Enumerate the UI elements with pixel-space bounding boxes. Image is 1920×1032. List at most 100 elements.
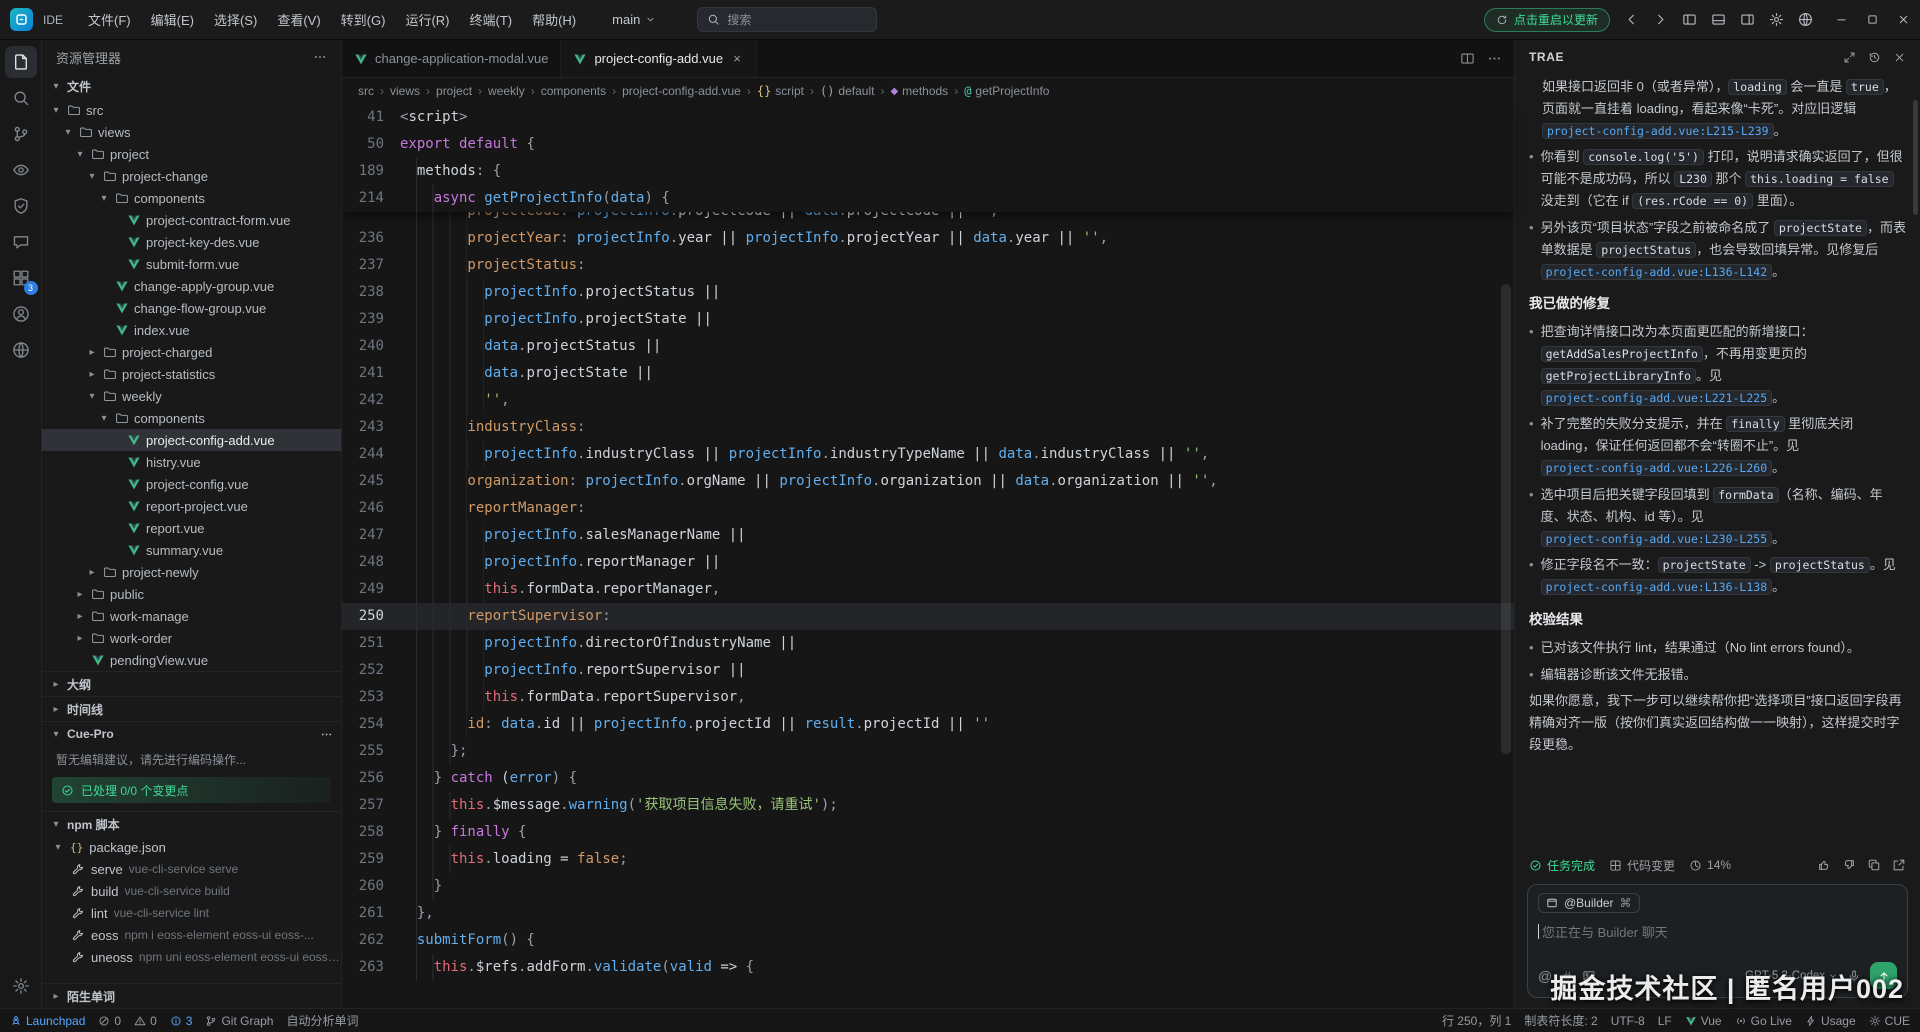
global-search-input[interactable]: 搜索 [697, 7, 877, 32]
forward-icon[interactable] [1653, 12, 1668, 27]
tree-item[interactable]: histry.vue [42, 451, 341, 473]
history-icon[interactable] [1868, 51, 1881, 64]
remote-icon[interactable] [5, 334, 37, 366]
ai-chat-input[interactable]: @Builder ⌘ 您正在与 Builder 聊天 @ # GPT-5.3-C… [1527, 884, 1908, 998]
settings-icon[interactable] [1769, 12, 1784, 27]
split-editor-icon[interactable] [1460, 51, 1475, 66]
chat-icon[interactable] [5, 226, 37, 258]
debug-icon[interactable] [5, 190, 37, 222]
breadcrumb-item[interactable]: @getProjectInfo [964, 84, 1049, 98]
section-files[interactable]: ▾ 文件 [42, 74, 341, 99]
tree-item[interactable]: ▾project-change [42, 165, 341, 187]
status-item[interactable]: UTF-8 [1611, 1014, 1645, 1028]
more-actions-icon[interactable] [313, 50, 327, 64]
branch-selector[interactable]: main [603, 9, 665, 30]
tree-item[interactable]: ▸public [42, 583, 341, 605]
breadcrumb-item[interactable]: ◆methods [890, 84, 948, 98]
menu-item[interactable]: 帮助(H) [523, 6, 585, 33]
preview-icon[interactable] [5, 154, 37, 186]
thumb-down-icon[interactable] [1842, 858, 1856, 872]
code-line[interactable]: 243industryClass: [342, 414, 1514, 441]
code-line[interactable]: 214async getProjectInfo(data) { [342, 185, 1514, 212]
code-line[interactable]: 261}, [342, 900, 1514, 927]
status-item[interactable]: 自动分析单词 [286, 1012, 358, 1029]
status-item[interactable]: 0 [134, 1014, 157, 1028]
remote-window-icon[interactable] [1798, 12, 1813, 27]
code-line[interactable]: 246reportManager: [342, 495, 1514, 522]
status-item[interactable]: Git Graph [205, 1014, 273, 1028]
copy-icon[interactable] [1867, 858, 1881, 872]
status-item[interactable]: Launchpad [10, 1014, 85, 1028]
code-line[interactable]: 262submitForm() { [342, 927, 1514, 954]
editor-tab[interactable]: change-application-modal.vue [342, 40, 561, 77]
code-line[interactable]: 244projectInfo.industryClass || projectI… [342, 441, 1514, 468]
tree-item[interactable]: ▸project-newly [42, 561, 341, 583]
code-line[interactable]: 263this.$refs.addForm.validate(valid => … [342, 954, 1514, 981]
section-outline[interactable]: ▸ 大纲 [42, 671, 341, 696]
tree-item[interactable]: project-key-des.vue [42, 231, 341, 253]
tree-item[interactable]: change-flow-group.vue [42, 297, 341, 319]
model-selector[interactable]: GPT-5.3-Codex [1745, 970, 1838, 982]
code-line[interactable]: 248projectInfo.reportManager || [342, 549, 1514, 576]
chat-input-field[interactable]: 您正在与 Builder 聊天 [1538, 922, 1897, 960]
code-reference-link[interactable]: project-config-add.vue:L136-L138 [1541, 579, 1773, 595]
code-line[interactable]: 250reportSupervisor: [342, 603, 1514, 630]
status-item[interactable]: CUE [1869, 1014, 1910, 1028]
tree-item[interactable]: ▸work-order [42, 627, 341, 649]
account-icon[interactable] [5, 298, 37, 330]
tree-item[interactable]: index.vue [42, 319, 341, 341]
toggle-sidebar-icon[interactable] [1682, 12, 1697, 27]
explorer-icon[interactable] [5, 46, 37, 78]
npm-script-item[interactable]: buildvue-cli-service build [42, 880, 341, 902]
code-line[interactable]: 249this.formData.reportManager, [342, 576, 1514, 603]
tree-item[interactable]: change-apply-group.vue [42, 275, 341, 297]
code-line[interactable]: 247projectInfo.salesManagerName || [342, 522, 1514, 549]
app-logo-icon[interactable] [10, 8, 33, 31]
breadcrumb-item[interactable]: ()default [820, 84, 874, 98]
npm-package-json[interactable]: ▾{}package.json [42, 836, 341, 858]
expand-icon[interactable] [1843, 51, 1856, 64]
npm-script-item[interactable]: lintvue-cli-service lint [42, 902, 341, 924]
code-line[interactable]: 252projectInfo.reportSupervisor || [342, 657, 1514, 684]
code-line[interactable]: 253this.formData.reportSupervisor, [342, 684, 1514, 711]
code-line[interactable]: 238projectInfo.projectStatus || [342, 279, 1514, 306]
minimize-icon[interactable] [1835, 13, 1848, 26]
section-timeline[interactable]: ▸ 时间线 [42, 696, 341, 721]
tree-item[interactable]: project-config.vue [42, 473, 341, 495]
breadcrumb-item[interactable]: views [390, 84, 420, 98]
toggle-panel-icon[interactable] [1711, 12, 1726, 27]
editor-scrollbar[interactable] [1501, 284, 1511, 754]
tree-item[interactable]: ▾project [42, 143, 341, 165]
code-reference-link[interactable]: project-config-add.vue:L221-L225 [1541, 390, 1773, 406]
code-reference-link[interactable]: project-config-add.vue:L230-L255 [1541, 531, 1773, 547]
status-item[interactable]: 行 250，列 1 [1442, 1012, 1511, 1029]
tree-item[interactable]: pendingView.vue [42, 649, 341, 671]
search-icon[interactable] [5, 82, 37, 114]
menu-item[interactable]: 转到(G) [332, 6, 395, 33]
menu-item[interactable]: 选择(S) [205, 6, 266, 33]
code-line[interactable]: 240data.projectStatus || [342, 333, 1514, 360]
npm-script-item[interactable]: servevue-cli-service serve [42, 858, 341, 880]
tree-item[interactable]: submit-form.vue [42, 253, 341, 275]
breadcrumb-item[interactable]: project-config-add.vue [622, 84, 741, 98]
tree-item[interactable]: ▾views [42, 121, 341, 143]
section-npm-scripts[interactable]: ▾ npm 脚本 [42, 811, 341, 836]
breadcrumb-item[interactable]: project [436, 84, 472, 98]
code-line[interactable]: 254id: data.id || projectInfo.projectId … [342, 711, 1514, 738]
code-line[interactable]: 239projectInfo.projectState || [342, 306, 1514, 333]
manage-icon[interactable] [5, 970, 37, 1002]
breadcrumb-item[interactable]: {}script [757, 84, 804, 98]
tree-item[interactable]: ▾weekly [42, 385, 341, 407]
code-reference-link[interactable]: project-config-add.vue:L215-L239 [1542, 123, 1774, 139]
code-line[interactable]: 50export default { [342, 131, 1514, 158]
tree-item[interactable]: ▸work-manage [42, 605, 341, 627]
code-line[interactable]: 260} [342, 873, 1514, 900]
npm-script-item[interactable]: uneossnpm uni eoss-element eoss-ui eoss-… [42, 946, 341, 968]
attach-image-icon[interactable] [1582, 969, 1596, 983]
tree-item[interactable]: ▾src [42, 99, 341, 121]
code-line[interactable]: projectCode: projectInfo.projectCode || … [342, 212, 1514, 225]
code-line[interactable]: 257this.$message.warning('获取项目信息失败，请重试')… [342, 792, 1514, 819]
panel-scrollbar[interactable] [1913, 100, 1918, 215]
extensions-icon[interactable]: 3 [5, 262, 37, 294]
code-reference-link[interactable]: project-config-add.vue:L136-L142 [1541, 264, 1773, 280]
